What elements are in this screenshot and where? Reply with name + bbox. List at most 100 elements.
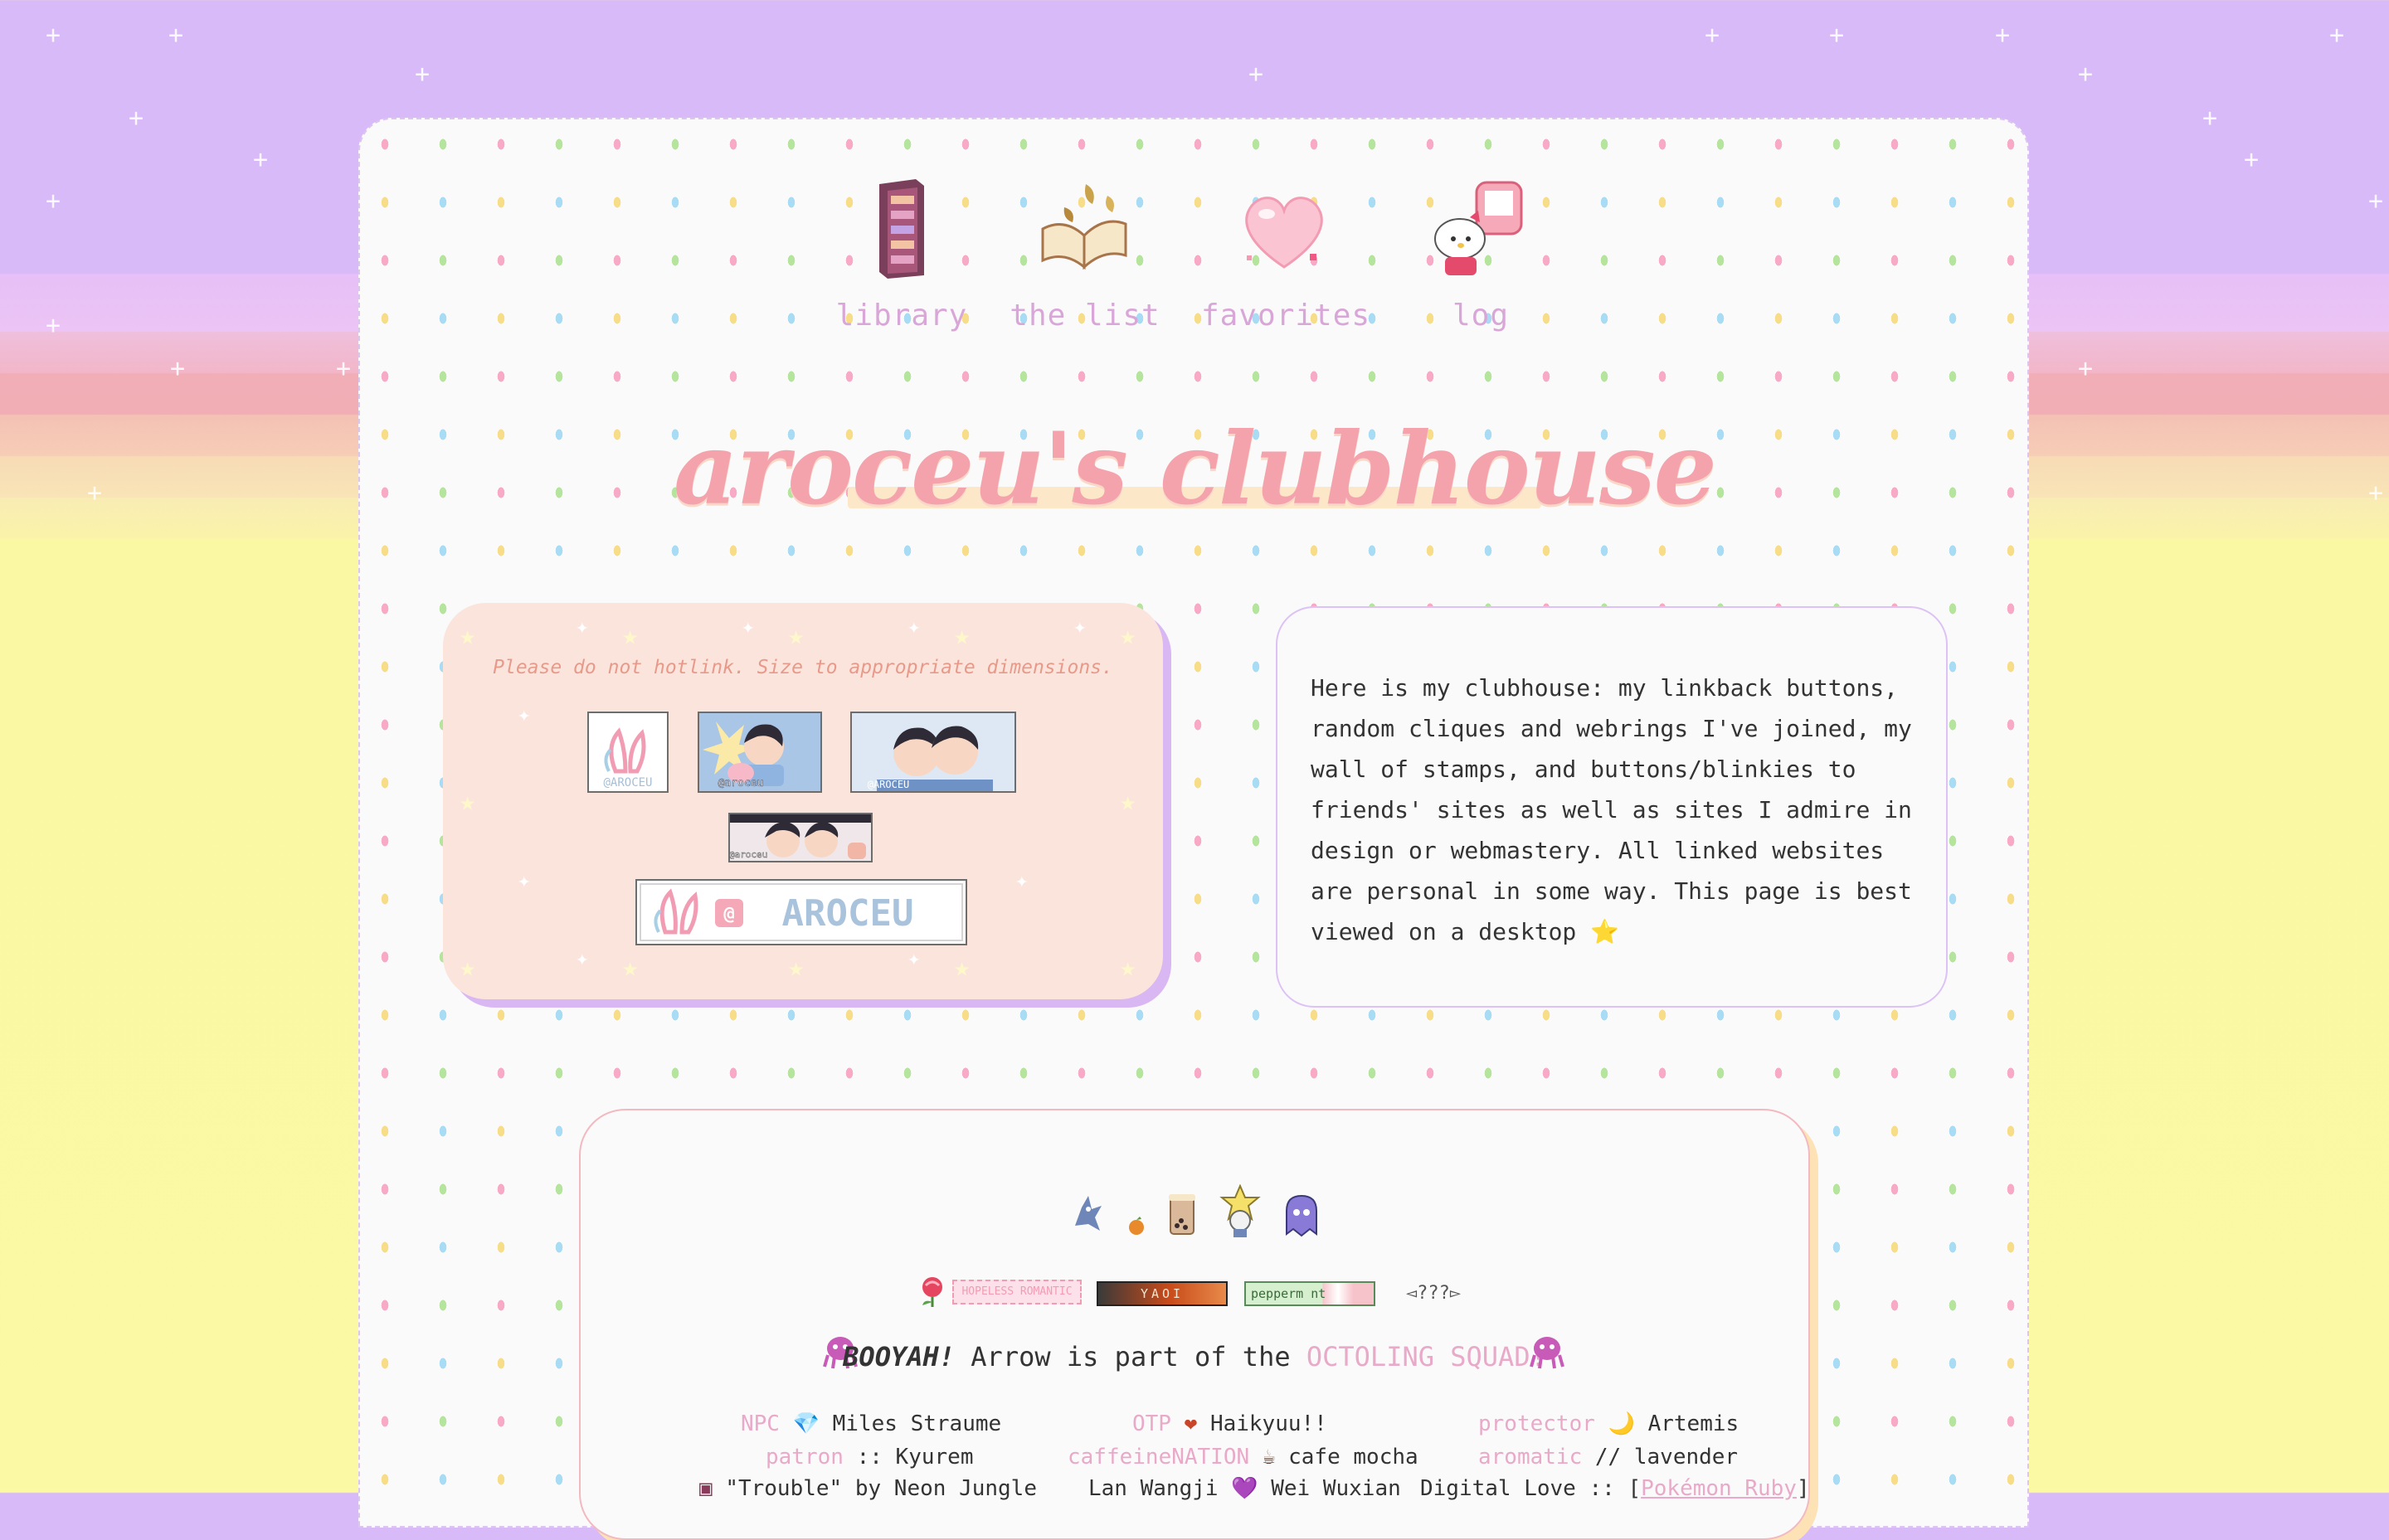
sparkle-icon: + bbox=[1995, 21, 2011, 50]
fan-value: ] bbox=[1796, 1476, 1810, 1501]
fan-row-trouble: ▣ "Trouble" by Neon Jungle bbox=[699, 1476, 1037, 1501]
fan-row-protector: protector 🌙 Artemis bbox=[1478, 1411, 1739, 1436]
star-icon: ★ bbox=[622, 951, 639, 983]
squad-middle-text: Arrow is part of the bbox=[955, 1341, 1306, 1372]
fan-label[interactable]: OTP bbox=[1132, 1411, 1171, 1436]
fan-row-aromatic: aromatic // lavender bbox=[1478, 1445, 1738, 1470]
fan-value: Digital Love :: [ bbox=[1420, 1476, 1642, 1501]
boba-tea-icon bbox=[1169, 1194, 1195, 1235]
star-icon: ★ bbox=[954, 951, 971, 983]
star-icon: ★ bbox=[460, 785, 476, 817]
fan-value: Artemis bbox=[1647, 1411, 1739, 1436]
sparkle-icon: + bbox=[253, 145, 269, 174]
booyah-text: BOOYAH! bbox=[843, 1341, 956, 1372]
sparkle-icon: ✦ bbox=[1015, 868, 1029, 893]
wide-logo: @ AROCEU bbox=[640, 883, 963, 941]
star-icon: ★ bbox=[954, 619, 971, 651]
nav-item-library[interactable]: library bbox=[819, 174, 985, 333]
fan-label[interactable]: NPC bbox=[741, 1411, 780, 1436]
svg-text:@: @ bbox=[723, 904, 734, 925]
garchomp-sprite-icon bbox=[1075, 1196, 1102, 1231]
fan-label[interactable]: protector bbox=[1478, 1411, 1595, 1436]
about-box: Here is my clubhouse: my linkback button… bbox=[1276, 606, 1948, 1008]
button-aroceu-wide[interactable]: @ AROCEU bbox=[635, 879, 967, 945]
svg-text:AROCEU: AROCEU bbox=[782, 892, 914, 935]
fan-label[interactable]: patron bbox=[766, 1445, 844, 1470]
jirachi-sprite-icon bbox=[1219, 1184, 1261, 1237]
fan-value: "Trouble" by Neon Jungle bbox=[725, 1476, 1037, 1501]
octoling-squad-line: BOOYAH! Arrow is part of the OCTOLING SQ… bbox=[0, 1341, 2389, 1372]
fan-row-otp: OTP ❤ Haikyuu!! bbox=[1132, 1411, 1327, 1436]
fish-icon: ▻ bbox=[1449, 1283, 1462, 1304]
sparkle-icon: ✦ bbox=[518, 868, 531, 893]
duo-avatar-icon: @aroceu bbox=[729, 814, 871, 860]
sparkle-icon: + bbox=[170, 354, 186, 383]
sparkle-icon: ✦ bbox=[1073, 615, 1087, 639]
diamond-icon: 💎 bbox=[792, 1411, 820, 1436]
fan-row-caffeine: caffeineNATION ☕ cafe mocha bbox=[1068, 1445, 1418, 1470]
fan-row-wangxian: Lan Wangji 💜 Wei Wuxian bbox=[1088, 1476, 1401, 1501]
peppermint-blinkie[interactable]: pepperm nt bbox=[1244, 1281, 1375, 1306]
sparkle-icon: + bbox=[2078, 60, 2094, 89]
mystery-blinkie[interactable]: ◅???▻ bbox=[1394, 1281, 1473, 1306]
svg-text:@aroceu: @aroceu bbox=[730, 849, 767, 860]
nav-label-log: log bbox=[1452, 299, 1510, 333]
fan-row-patron: patron :: Kyurem bbox=[766, 1445, 973, 1470]
sparkle-icon: + bbox=[1248, 60, 1264, 89]
button-aroceu-couple[interactable]: @AROCEU bbox=[850, 712, 1016, 793]
yaoi-blinkie[interactable]: YAOI bbox=[1097, 1281, 1228, 1306]
sparkle-icon: + bbox=[2078, 354, 2094, 383]
star-icon: ★ bbox=[1120, 785, 1136, 817]
fan-row-digital-love: Digital Love :: [Pokémon Ruby] bbox=[1420, 1476, 1810, 1501]
star-icon: ★ bbox=[622, 619, 639, 651]
star-icon: ★ bbox=[1120, 619, 1136, 651]
button-aroceu-small[interactable]: @AROCEU bbox=[587, 712, 669, 793]
couple-avatar-icon: @AROCEU bbox=[868, 726, 993, 791]
chibi-avatar-icon: @aroceu bbox=[703, 721, 784, 789]
fan-value: Miles Straume bbox=[832, 1411, 1002, 1436]
button-aroceu-chibi[interactable]: @aroceu bbox=[698, 712, 822, 793]
star-icon: ★ bbox=[788, 951, 805, 983]
squad-name-link[interactable]: OCTOLING SQUAD! bbox=[1306, 1341, 1546, 1372]
sparkle-icon: ✦ bbox=[907, 946, 921, 971]
nav-item-favorites[interactable]: favorites bbox=[1201, 174, 1370, 333]
hopeless-romantic-blinkie[interactable]: HOPELESS ROMANTIC bbox=[952, 1280, 1082, 1304]
star-icon: ★ bbox=[1120, 951, 1136, 983]
star-icon: ★ bbox=[460, 951, 476, 983]
sparkle-icon: ✦ bbox=[907, 615, 921, 639]
sparkle-icon: ✦ bbox=[576, 615, 589, 639]
fish-icon: ◅ bbox=[1405, 1283, 1418, 1304]
octopus-icon bbox=[1530, 1337, 1564, 1369]
sparkle-icon: + bbox=[415, 60, 431, 89]
moon-icon: 🌙 bbox=[1608, 1411, 1635, 1436]
coffee-icon: ☕ bbox=[1262, 1445, 1276, 1470]
pokemon-ruby-link[interactable]: Pokémon Ruby bbox=[1641, 1476, 1797, 1501]
fan-label[interactable]: caffeineNATION bbox=[1068, 1445, 1249, 1470]
sparkle-icon: + bbox=[2202, 104, 2218, 133]
nav-item-the-list[interactable]: the list bbox=[1002, 174, 1168, 333]
orange-fruit-icon bbox=[1129, 1217, 1144, 1235]
sparkle-icon: + bbox=[2329, 21, 2345, 50]
sparkle-icon: ✦ bbox=[742, 615, 755, 639]
fan-value: Wei Wuxian bbox=[1271, 1476, 1401, 1501]
about-text: Here is my clubhouse: my linkback button… bbox=[1311, 668, 1924, 952]
fan-label[interactable]: aromatic bbox=[1478, 1445, 1582, 1470]
rose-icon bbox=[922, 1277, 942, 1307]
nav-label-library: library bbox=[835, 299, 968, 333]
fan-row-npc: NPC 💎 Miles Straume bbox=[741, 1411, 1001, 1436]
shooting-star-icon: ⭐ bbox=[1590, 918, 1620, 945]
separator: :: bbox=[856, 1445, 883, 1470]
star-icon: ★ bbox=[788, 619, 805, 651]
sparkle-icon: + bbox=[46, 21, 61, 50]
nav-item-log[interactable]: log bbox=[1398, 174, 1564, 333]
purple-heart-icon: 💜 bbox=[1231, 1476, 1258, 1501]
main-nav: library the list favorites log bbox=[0, 174, 2389, 357]
heart-icon bbox=[1245, 197, 1323, 269]
bookshelf-icon bbox=[879, 179, 924, 279]
nav-label-the-list: the list bbox=[1010, 299, 1160, 333]
sparkle-icon: + bbox=[168, 21, 184, 50]
fan-value: lavender bbox=[1633, 1445, 1739, 1470]
fan-value: Haikyuu!! bbox=[1209, 1411, 1327, 1436]
sparkle-icon: + bbox=[1829, 21, 1845, 50]
button-aroceu-duo[interactable]: @aroceu bbox=[728, 813, 873, 862]
